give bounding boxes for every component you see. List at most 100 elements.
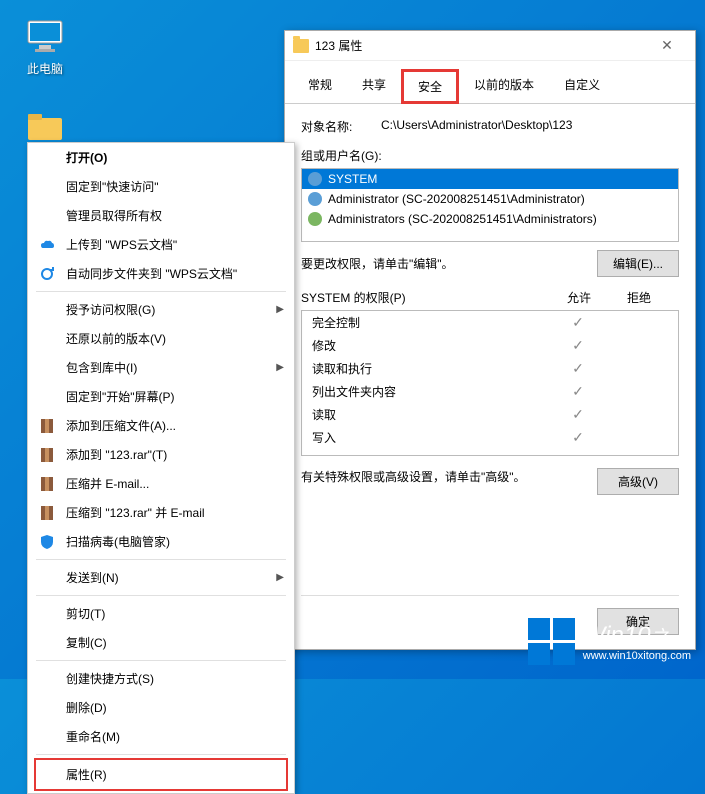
menu-upload-wps[interactable]: 上传到 "WPS云文档" <box>28 230 294 259</box>
edit-text: 要更改权限，请单击"编辑"。 <box>301 255 597 272</box>
perm-name: 修改 <box>312 337 548 354</box>
perm-header-label: SYSTEM 的权限(P) <box>301 289 549 306</box>
menu-label: 固定到"快速访问" <box>66 178 159 195</box>
watermark: Win10之 www.win10xitong.com <box>528 618 691 665</box>
menu-pin-start[interactable]: 固定到"开始"屏幕(P) <box>28 382 294 411</box>
perm-name: 写入 <box>312 429 548 446</box>
properties-dialog: 123 属性 ✕ 常规 共享 安全 以前的版本 自定义 对象名称: C:\Use… <box>284 30 696 650</box>
menu-label: 属性(R) <box>66 766 107 783</box>
menu-label: 打开(O) <box>66 149 107 166</box>
folder-icon <box>25 106 65 146</box>
perm-name: 列出文件夹内容 <box>312 383 548 400</box>
perm-row: 修改✓ <box>302 334 678 357</box>
chevron-right-icon: ▶ <box>276 362 284 373</box>
menu-grant-access[interactable]: 授予访问权限(G) ▶ <box>28 295 294 324</box>
menu-include-lib[interactable]: 包含到库中(I)▶ <box>28 353 294 382</box>
menu-label: 授予访问权限(G) <box>66 301 155 318</box>
tab-share[interactable]: 共享 <box>347 69 401 104</box>
group-list[interactable]: SYSTEM Administrator (SC-202008251451\Ad… <box>301 168 679 242</box>
separator <box>36 291 286 292</box>
desktop-icon-label: 此电脑 <box>27 60 63 77</box>
titlebar: 123 属性 ✕ <box>285 31 695 61</box>
group-item-admins[interactable]: Administrators (SC-202008251451\Administ… <box>302 209 678 229</box>
menu-delete[interactable]: 删除(D) <box>28 693 294 722</box>
brand-text: Win10 <box>583 622 651 649</box>
advanced-text: 有关特殊权限或高级设置，请单击"高级"。 <box>301 468 589 487</box>
perm-row: 读取✓ <box>302 403 678 426</box>
menu-copy[interactable]: 复制(C) <box>28 628 294 657</box>
archive-icon <box>38 417 56 435</box>
archive-mail-icon <box>38 475 56 493</box>
edit-button[interactable]: 编辑(E)... <box>597 250 679 277</box>
group-item-admin[interactable]: Administrator (SC-202008251451\Administr… <box>302 189 678 209</box>
brand-suffix: 之 <box>651 627 669 647</box>
perm-row: 读取和执行✓ <box>302 357 678 380</box>
check-icon: ✓ <box>548 406 608 423</box>
menu-sync-wps[interactable]: 自动同步文件夹到 "WPS云文档" <box>28 259 294 288</box>
desktop-icon-this-pc[interactable]: 此电脑 <box>10 16 80 77</box>
menu-label: 固定到"开始"屏幕(P) <box>66 388 175 405</box>
close-button[interactable]: ✕ <box>647 37 687 54</box>
menu-rename[interactable]: 重命名(M) <box>28 722 294 751</box>
menu-pin-quick[interactable]: 固定到"快速访问" <box>28 172 294 201</box>
menu-compress-123-email[interactable]: 压缩到 "123.rar" 并 E-mail <box>28 498 294 527</box>
menu-cut[interactable]: 剪切(T) <box>28 599 294 628</box>
group-icon <box>308 212 322 226</box>
menu-label: 压缩并 E-mail... <box>66 475 149 492</box>
menu-label: 剪切(T) <box>66 605 105 622</box>
menu-label: 添加到 "123.rar"(T) <box>66 446 167 463</box>
windows-logo-icon <box>528 618 575 665</box>
menu-label: 重命名(M) <box>66 728 120 745</box>
perm-name: 读取 <box>312 406 548 423</box>
menu-label: 发送到(N) <box>66 569 119 586</box>
advanced-button[interactable]: 高级(V) <box>597 468 679 495</box>
check-icon: ✓ <box>548 383 608 400</box>
perm-name: 完全控制 <box>312 314 548 331</box>
perm-row: 列出文件夹内容✓ <box>302 380 678 403</box>
group-item-system[interactable]: SYSTEM <box>302 169 678 189</box>
check-icon: ✓ <box>548 314 608 331</box>
menu-open[interactable]: 打开(O) <box>28 143 294 172</box>
menu-add-archive[interactable]: 添加到压缩文件(A)... <box>28 411 294 440</box>
deny-header: 拒绝 <box>609 289 669 306</box>
menu-send-to[interactable]: 发送到(N)▶ <box>28 563 294 592</box>
group-label: 组或用户名(G): <box>301 147 679 164</box>
perm-name: 读取和执行 <box>312 360 548 377</box>
archive-mail-icon <box>38 504 56 522</box>
group-name: Administrators (SC-202008251451\Administ… <box>328 212 597 226</box>
object-value: C:\Users\Administrator\Desktop\123 <box>381 118 679 135</box>
tab-prev-versions[interactable]: 以前的版本 <box>459 69 549 104</box>
chevron-right-icon: ▶ <box>276 304 284 315</box>
permission-list[interactable]: 完全控制✓ 修改✓ 读取和执行✓ 列出文件夹内容✓ 读取✓ 写入✓ <box>301 310 679 456</box>
tab-general[interactable]: 常规 <box>293 69 347 104</box>
separator <box>36 559 286 560</box>
menu-label: 复制(C) <box>66 634 107 651</box>
allow-header: 允许 <box>549 289 609 306</box>
menu-add-123rar[interactable]: 添加到 "123.rar"(T) <box>28 440 294 469</box>
menu-label: 上传到 "WPS云文档" <box>66 236 177 253</box>
separator <box>36 754 286 755</box>
menu-admin-own[interactable]: 管理员取得所有权 <box>28 201 294 230</box>
tabs: 常规 共享 安全 以前的版本 自定义 <box>285 61 695 104</box>
dialog-body: 对象名称: C:\Users\Administrator\Desktop\123… <box>285 104 695 509</box>
separator <box>36 660 286 661</box>
menu-restore-prev[interactable]: 还原以前的版本(V) <box>28 324 294 353</box>
brand-url: www.win10xitong.com <box>583 650 691 662</box>
menu-compress-email[interactable]: 压缩并 E-mail... <box>28 469 294 498</box>
menu-label: 压缩到 "123.rar" 并 E-mail <box>66 504 205 521</box>
tab-security[interactable]: 安全 <box>401 69 459 104</box>
menu-label: 添加到压缩文件(A)... <box>66 417 176 434</box>
object-label: 对象名称: <box>301 118 381 135</box>
menu-label: 自动同步文件夹到 "WPS云文档" <box>66 265 237 282</box>
menu-scan-virus[interactable]: 扫描病毒(电脑管家) <box>28 527 294 556</box>
context-menu: 打开(O) 固定到"快速访问" 管理员取得所有权 上传到 "WPS云文档" 自动… <box>27 142 295 794</box>
perm-row: 完全控制✓ <box>302 311 678 334</box>
group-name: SYSTEM <box>328 172 377 186</box>
folder-icon <box>293 39 309 53</box>
tab-custom[interactable]: 自定义 <box>549 69 615 104</box>
check-icon: ✓ <box>548 360 608 377</box>
menu-properties[interactable]: 属性(R) <box>34 758 288 791</box>
menu-label: 扫描病毒(电脑管家) <box>66 533 170 550</box>
pc-icon <box>25 16 65 56</box>
menu-label: 管理员取得所有权 <box>66 207 162 224</box>
